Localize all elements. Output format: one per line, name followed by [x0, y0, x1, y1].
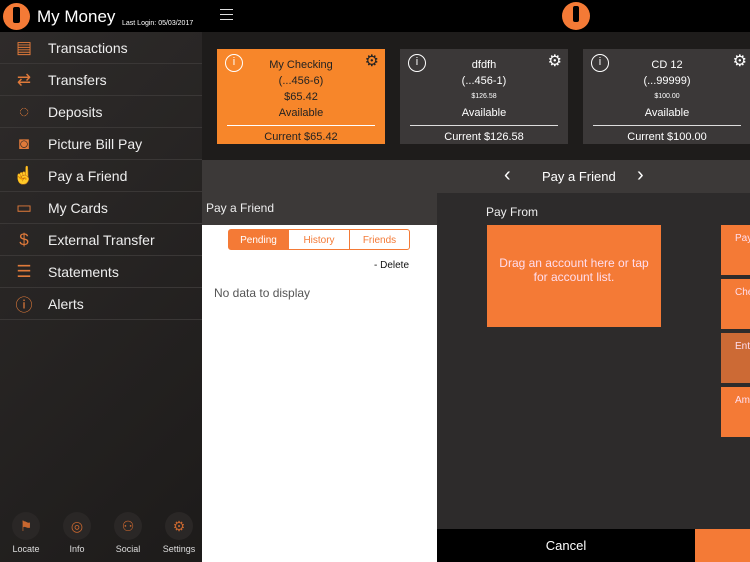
- sidebar-item-transfers[interactable]: ⇄ Transfers: [0, 64, 202, 96]
- hamburger-menu-icon[interactable]: [220, 9, 233, 20]
- transfer-arrows-icon: ⇄: [16, 69, 32, 89]
- flag-icon: ⚑: [12, 512, 40, 540]
- dollar-cycle-icon: $: [19, 229, 29, 249]
- footer-settings[interactable]: ⚙ Settings: [154, 512, 204, 554]
- gear-icon[interactable]: ⚙: [733, 51, 747, 71]
- sidebar-item-deposits[interactable]: ◌ Deposits: [0, 96, 202, 128]
- sidebar-item-external-transfer[interactable]: $ External Transfer: [0, 224, 202, 256]
- pay-from-label: Pay From: [486, 205, 539, 219]
- tab-pending[interactable]: Pending: [228, 229, 289, 250]
- center-logo-icon: [562, 2, 590, 30]
- panel-title: Pay a Friend: [202, 193, 437, 225]
- sidebar-item-transactions[interactable]: ▤ Transactions: [0, 32, 202, 64]
- info-icon[interactable]: i: [408, 54, 426, 72]
- gears-icon: ⚙: [165, 512, 193, 540]
- submit-button[interactable]: [695, 529, 750, 562]
- enter-field[interactable]: Ent: [721, 333, 750, 383]
- sidebar: ▤ Transactions ⇄ Transfers ◌ Deposits ◙ Pict…: [0, 32, 202, 562]
- account-number: (...99999): [643, 75, 691, 87]
- account-number: (...456-6): [278, 75, 324, 87]
- gear-icon[interactable]: ⚙: [548, 51, 562, 71]
- amount-field[interactable]: Am: [721, 387, 750, 437]
- sidebar-item-alerts[interactable]: ⓘ Alerts: [0, 288, 202, 320]
- money-icon: ▤: [15, 37, 33, 57]
- camera-icon: ◙: [18, 133, 30, 153]
- account-card[interactable]: i ⚙ My Checking (...456-6) $65.42 Availab…: [217, 49, 385, 144]
- info-icon[interactable]: i: [225, 54, 243, 72]
- people-icon: ⚇: [114, 512, 142, 540]
- account-drop-zone[interactable]: Drag an account here or tap for account …: [487, 225, 661, 327]
- chevron-left-icon[interactable]: ‹: [504, 164, 511, 187]
- current-balance: Current $100.00: [627, 131, 707, 143]
- top-bar: My Money Last Login: 05/03/2017: [0, 0, 750, 32]
- account-number: (...456-1): [461, 75, 507, 87]
- delete-link[interactable]: - Delete: [374, 260, 409, 271]
- empty-message: No data to display: [214, 286, 311, 300]
- current-balance: Current $65.42: [264, 131, 338, 143]
- nav-bar: ‹ Pay a Friend ›: [202, 160, 750, 193]
- sidebar-item-pay-a-friend[interactable]: ☝ Pay a Friend: [0, 160, 202, 192]
- app-title: My Money: [37, 7, 116, 26]
- current-balance: Current $126.58: [444, 131, 524, 143]
- pay-to-field[interactable]: Pay: [721, 225, 750, 275]
- available-label: Available: [278, 107, 324, 119]
- gear-icon[interactable]: ⚙: [365, 51, 379, 71]
- account-card[interactable]: i ⚙ dfdfh (...456-1) $126.58 Available Cu…: [400, 49, 568, 144]
- statement-icon: ☰: [16, 261, 32, 281]
- sidebar-item-my-cards[interactable]: ▭ My Cards: [0, 192, 202, 224]
- alert-icon: ⓘ: [15, 296, 33, 315]
- tab-history[interactable]: History: [288, 229, 350, 250]
- check-field[interactable]: Che: [721, 279, 750, 329]
- info-icon[interactable]: i: [591, 54, 609, 72]
- sidebar-item-statements[interactable]: ☰ Statements: [0, 256, 202, 288]
- info-icon: ◎: [63, 512, 91, 540]
- footer-social[interactable]: ⚇ Social: [103, 512, 153, 554]
- footer-locate[interactable]: ⚑ Locate: [1, 512, 51, 554]
- hand-coin-icon: ☝: [13, 165, 35, 185]
- account-balance: $126.58: [471, 93, 497, 100]
- chevron-right-icon[interactable]: ›: [637, 164, 644, 187]
- account-balance: $100.00: [654, 93, 680, 100]
- account-balance: $65.42: [284, 91, 318, 103]
- right-panel: Pay From Drag an account here or tap for…: [437, 193, 750, 529]
- last-login: Last Login: 05/03/2017: [122, 20, 194, 27]
- cards-icon: ▭: [15, 197, 33, 217]
- available-label: Available: [461, 107, 507, 119]
- tab-friends[interactable]: Friends: [349, 229, 410, 250]
- sidebar-item-picture-bill-pay[interactable]: ◙ Picture Bill Pay: [0, 128, 202, 160]
- footer-info[interactable]: ◎ Info: [52, 512, 102, 554]
- cancel-button[interactable]: Cancel: [437, 529, 695, 562]
- nav-title: Pay a Friend: [542, 169, 616, 184]
- piggy-bank-icon: ◌: [18, 101, 30, 121]
- logo-icon: [3, 3, 30, 30]
- available-label: Available: [644, 107, 690, 119]
- account-card[interactable]: i ⚙ CD 12 (...99999) $100.00 Available Cu…: [583, 49, 750, 144]
